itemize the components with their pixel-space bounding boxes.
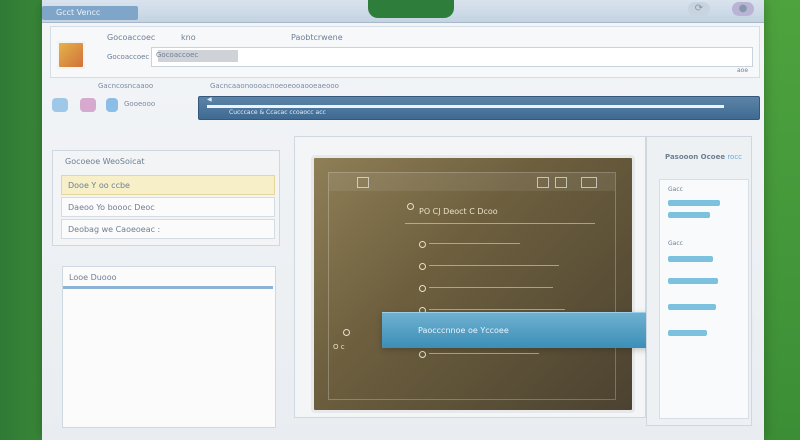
preview-frame: PO CJ Deoct C Dcoo O c (294, 136, 646, 418)
progress-fill (207, 105, 724, 108)
header-bar: Gocoaccoec kno Paobtcrwene Gocoaccoec Go… (50, 26, 760, 78)
bullet-icon (419, 351, 426, 358)
right-panel: Pasooon Ocoee rocc Gacc Gacc (646, 136, 752, 426)
right-panel-title-accent: rocc (727, 153, 743, 161)
window-tab[interactable]: Gcct Vencc (42, 6, 138, 20)
details-header: Looe Duooo (63, 267, 273, 289)
screen-side-label: O c (333, 343, 345, 351)
bullet-icon (419, 285, 426, 292)
right-backdrop (760, 0, 800, 440)
right-bar[interactable] (668, 256, 713, 262)
screen-content: PO CJ Deoct C Dcoo O c (328, 172, 616, 400)
app-window: Gcct Vencc ⟳ ● Gocoaccoec kno Paobtcrwen… (42, 0, 764, 440)
screen-title: PO CJ Deoct C Dcoo (419, 207, 498, 216)
screen-line (429, 287, 553, 288)
left-panel: Gocoeoe WeoSoicat Dooe Y oo ccbe Daeoo Y… (52, 150, 280, 246)
title-bar: Gcct Vencc ⟳ ● (42, 0, 764, 23)
refresh-icon[interactable]: ⟳ (688, 2, 710, 16)
right-list-label-1: Gacc (668, 186, 683, 193)
right-bar[interactable] (668, 200, 720, 206)
toolbar-label-1: Gacncosncaaoo (98, 82, 154, 90)
bullet-icon (419, 263, 426, 270)
minimize-icon[interactable] (537, 177, 549, 188)
right-bar[interactable] (668, 304, 716, 310)
scroll-hint: aoe (737, 67, 749, 74)
screen-line (429, 265, 559, 266)
screen-toolbar (329, 173, 615, 191)
right-panel-title-text: Pasooon Ocoee (665, 153, 726, 161)
header-label-3: Paobtcrwene (291, 33, 343, 42)
preview-screen[interactable]: PO CJ Deoct C Dcoo O c (311, 155, 635, 413)
list-item[interactable]: Daeoo Yo boooc Deoc (61, 197, 275, 217)
progress-arrow-icon: ◀ (207, 96, 212, 103)
screen-line (429, 353, 539, 354)
right-bar[interactable] (668, 212, 710, 218)
input-placeholder: Gocoaccoec (156, 51, 199, 59)
main-input[interactable]: Gocoaccoec (151, 47, 753, 67)
toolbar: Gacncosncaaoo Gooeooo Gacncaaonoooacnoeo… (50, 82, 760, 120)
progress-bar[interactable]: ◀ Cucccace & Ccacac ccoaocc acc (198, 96, 760, 120)
progress-label: Cucccace & Ccacac ccoaocc acc (229, 109, 326, 116)
toolbar-label-2: Gooeooo (124, 100, 156, 108)
radio-icon[interactable] (343, 329, 350, 336)
header-label-1: Gocoaccoec (107, 33, 156, 42)
screen-line (429, 243, 520, 244)
folder-icon[interactable] (80, 98, 96, 112)
right-bar[interactable] (668, 330, 707, 336)
list-item[interactable]: Deobag we Caoeoeac : (61, 219, 275, 239)
window-icon (357, 177, 369, 188)
close-icon[interactable] (581, 177, 597, 188)
title-notch (368, 0, 454, 18)
right-panel-list: Gacc Gacc (659, 179, 749, 419)
cloud-icon[interactable] (52, 98, 68, 112)
right-list-label-2: Gacc (668, 240, 683, 247)
list-item[interactable]: Dooe Y oo ccbe (61, 175, 275, 195)
settings-icon[interactable]: ● (732, 2, 754, 16)
record-icon (407, 203, 414, 210)
divider (405, 223, 595, 224)
maximize-icon[interactable] (555, 177, 567, 188)
details-panel: Looe Duooo (62, 266, 276, 428)
right-bar[interactable] (668, 278, 718, 284)
toolbar-label-3: Gacncaaonoooacnoeoeooaooeaeooo (210, 82, 339, 90)
header-label-2: kno (181, 33, 196, 42)
file-icon[interactable] (106, 98, 118, 112)
field-hint: Gocoaccoec (107, 53, 150, 61)
app-icon[interactable] (57, 41, 85, 69)
bullet-icon (419, 241, 426, 248)
screen-line (429, 309, 565, 310)
window-controls: ⟳ ● (688, 2, 754, 16)
right-panel-title: Pasooon Ocoee rocc (665, 153, 742, 161)
left-panel-title: Gocoeoe WeoSoicat (65, 157, 145, 166)
